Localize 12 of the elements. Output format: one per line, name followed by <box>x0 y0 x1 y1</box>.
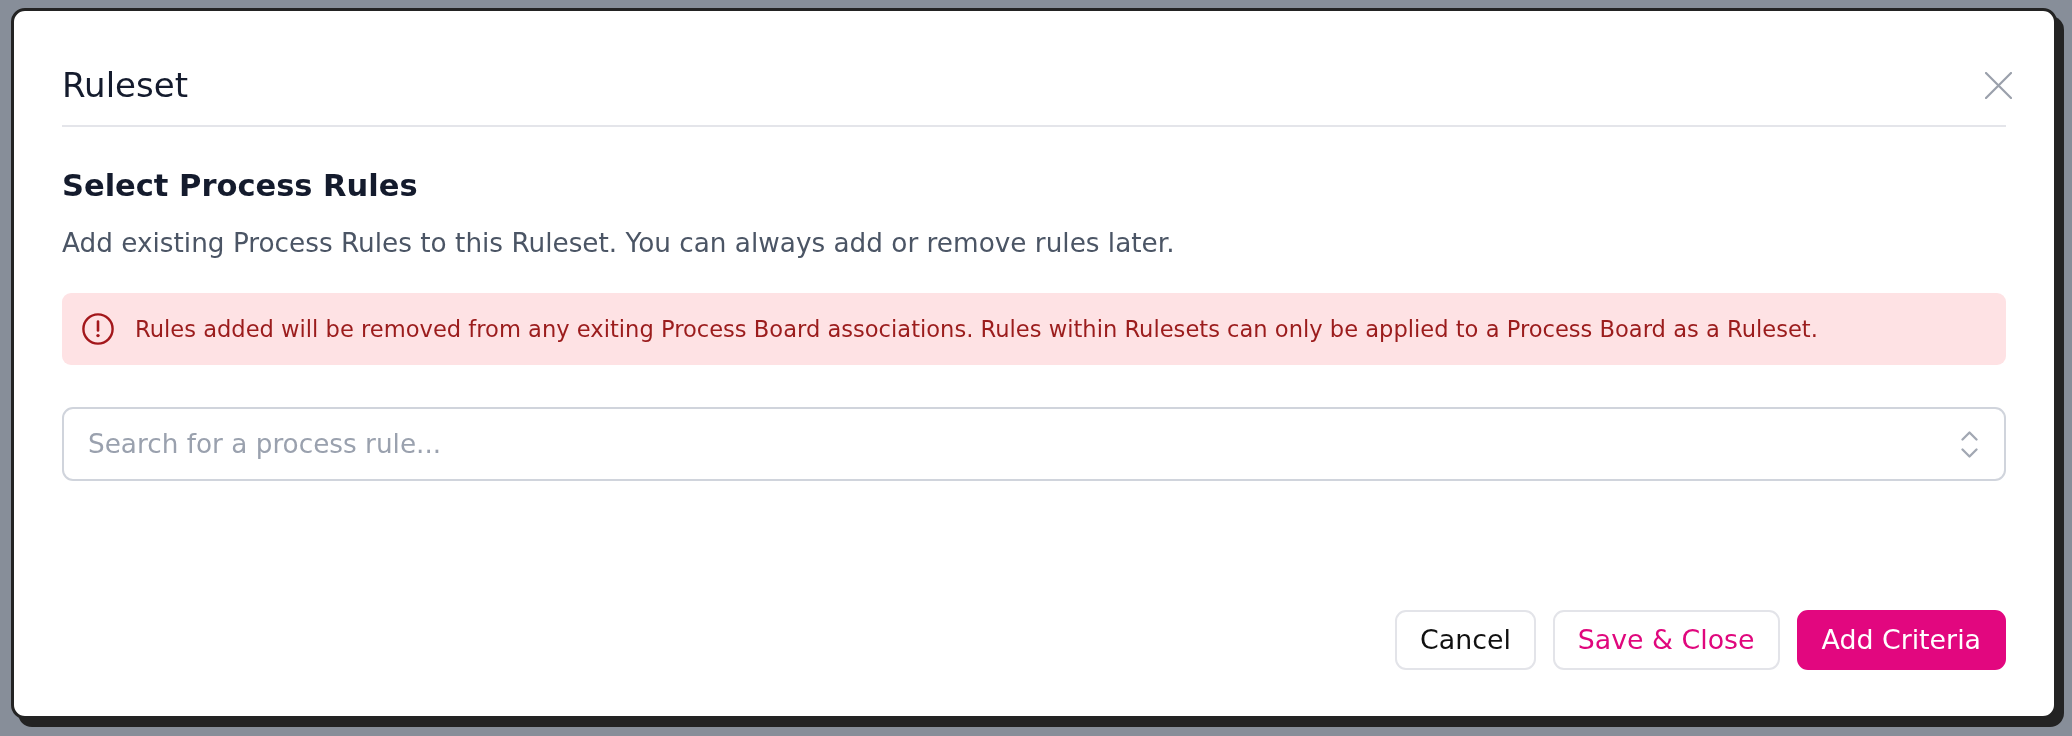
alert-message: Rules added will be removed from any exiting Process Board associations. Rules within Rulesets can only be applied to a Process Board as a Ruleset. <box>135 315 1818 344</box>
up-down-chevron-icon <box>1961 431 1978 458</box>
dialog-title: Ruleset <box>62 65 188 105</box>
exclamation-circle-icon <box>82 313 114 345</box>
save-close-button[interactable]: Save & Close <box>1552 610 1780 670</box>
cancel-button[interactable]: Cancel <box>1395 610 1536 670</box>
section-heading: Select Process Rules <box>62 167 418 205</box>
add-criteria-button[interactable]: Add Criteria <box>1796 610 2006 670</box>
search-field[interactable]: Search for a process rule... <box>62 407 2006 481</box>
close-icon <box>1985 71 2012 99</box>
section-description: Add existing Process Rules to this Ruleset. You can always add or remove rules later. <box>62 227 1175 259</box>
close-button[interactable] <box>1985 71 2012 99</box>
